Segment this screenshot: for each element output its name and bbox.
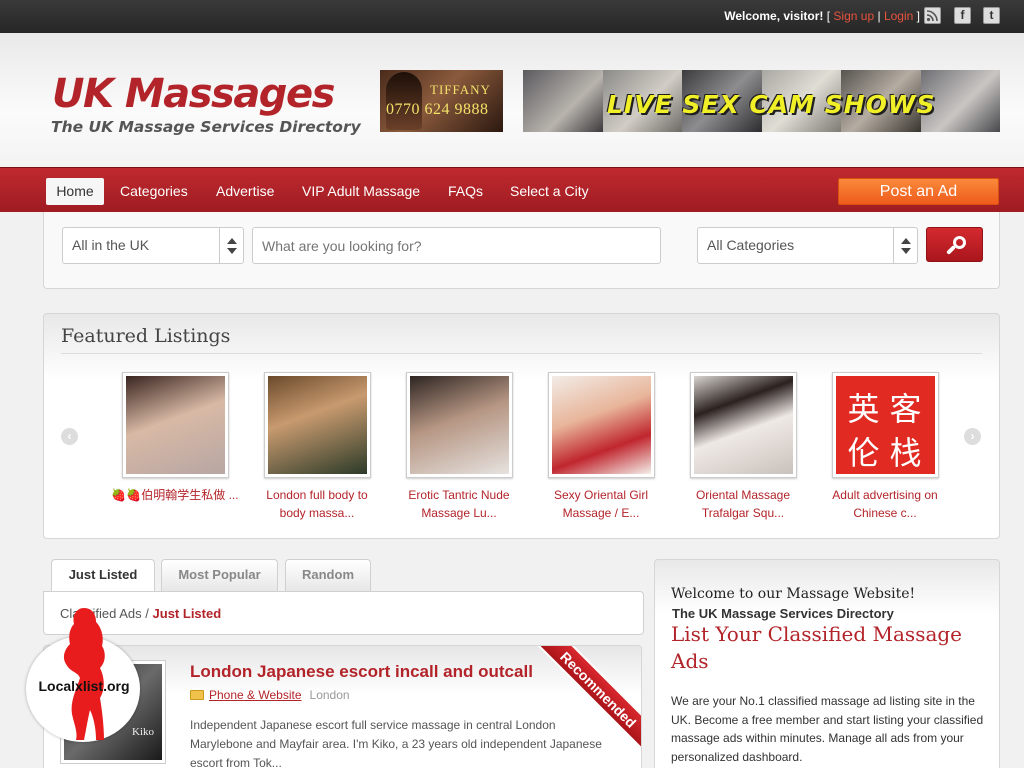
site-logo[interactable]: UK Massages (52, 71, 335, 117)
banner-phone: 0770 624 9888 (386, 101, 489, 118)
featured-caption[interactable]: London full body to body massa... (252, 486, 382, 522)
banner-tile (523, 70, 603, 132)
tab-random[interactable]: Random (285, 559, 371, 592)
sidebar-welcome: Welcome to our Massage Website! (671, 586, 916, 602)
bracket-open: [ (826, 9, 831, 23)
breadcrumb-sep: / (145, 606, 149, 621)
featured-caption[interactable]: Adult advertising on Chinese c... (820, 486, 950, 522)
featured-caption[interactable]: Sexy Oriental Girl Massage / E... (536, 486, 666, 522)
watermark: Localxlist.org (26, 606, 142, 742)
twitter-icon[interactable]: t (983, 7, 1000, 24)
carousel-next-icon[interactable]: › (964, 428, 981, 445)
category-select[interactable]: All Categories (697, 227, 918, 264)
banner-name: TIFFANY (430, 82, 491, 97)
featured-image (125, 376, 225, 474)
featured-item[interactable]: 🍓🍓伯明翰学生私做 ... (110, 372, 240, 504)
featured-thumb[interactable] (405, 372, 513, 478)
top-bar: Welcome, visitor! [ Sign up | Login ] f … (0, 0, 1024, 33)
featured-item[interactable]: London full body to body massa... (252, 372, 382, 522)
breadcrumb-current: Just Listed (152, 606, 222, 621)
ad-banner-cam[interactable]: LIVE SEX CAM SHOWS (523, 70, 1000, 132)
rss-glyph (926, 10, 938, 22)
signup-link[interactable]: Sign up (833, 9, 874, 23)
sidebar-subtitle: The UK Massage Services Directory (672, 606, 894, 621)
featured-image (409, 376, 509, 474)
listing-title[interactable]: London Japanese escort incall and outcal… (190, 662, 533, 682)
search-icon-handle (946, 245, 956, 255)
nav-categories[interactable]: Categories (120, 178, 188, 205)
folder-icon (190, 690, 204, 700)
listing-description: Independent Japanese escort full service… (190, 718, 602, 768)
login-link[interactable]: Login (884, 9, 913, 23)
nav-faqs[interactable]: FAQs (448, 178, 483, 205)
featured-image (551, 376, 651, 474)
rss-icon[interactable] (924, 7, 941, 24)
welcome-message: Welcome, visitor! [ Sign up | Login ] (724, 9, 920, 23)
logo-char: 客 (889, 390, 922, 428)
featured-item[interactable]: 英 客 伦 栈 Adult advertising on Chinese c..… (820, 372, 950, 522)
site-tagline: The UK Massage Services Directory (51, 118, 361, 136)
ad-banner-tiffany[interactable]: TIFFANY 0770 624 9888 (380, 70, 503, 132)
featured-thumb[interactable]: 英 客 伦 栈 (831, 372, 939, 478)
listing-location: London (309, 688, 350, 702)
category-select-value: All Categories (707, 237, 795, 253)
tab-most-popular[interactable]: Most Popular (161, 559, 278, 592)
chinese-logo-image: 英 客 伦 栈 (835, 376, 935, 474)
location-select[interactable]: All in the UK (62, 227, 244, 264)
featured-thumb[interactable] (121, 372, 229, 478)
silhouette-icon (63, 608, 105, 740)
featured-title: Featured Listings (61, 325, 231, 347)
featured-thumb[interactable] (689, 372, 797, 478)
search-input[interactable] (252, 227, 661, 264)
nav-vip-adult-massage[interactable]: VIP Adult Massage (302, 178, 420, 205)
featured-image (267, 376, 367, 474)
listing-category-link[interactable]: Phone & Website (209, 688, 302, 702)
welcome-sidebar: Welcome to our Massage Website! The UK M… (654, 559, 1000, 768)
location-select-value: All in the UK (72, 237, 150, 253)
site-header: UK Massages The UK Massage Services Dire… (0, 33, 1024, 167)
banner-text: LIVE SEX CAM SHOWS (607, 90, 936, 119)
logo-char: 英 (847, 390, 880, 428)
bracket-close: ] (916, 9, 920, 23)
sidebar-body: We are your No.1 classified massage ad l… (671, 694, 984, 764)
featured-listings: Featured Listings ‹ › 🍓🍓伯明翰学生私做 ... Lond… (43, 313, 1000, 539)
select-arrows-icon (893, 228, 917, 263)
tab-just-listed[interactable]: Just Listed (51, 559, 155, 593)
divider (61, 353, 982, 354)
welcome-text: Welcome, visitor! (724, 9, 824, 23)
carousel-prev-icon[interactable]: ‹ (61, 428, 78, 445)
featured-image (693, 376, 793, 474)
search-button[interactable] (926, 227, 983, 262)
post-ad-button[interactable]: Post an Ad (838, 178, 999, 205)
featured-item[interactable]: Sexy Oriental Girl Massage / E... (536, 372, 666, 522)
featured-thumb[interactable] (263, 372, 371, 478)
main-nav: Home Categories Advertise VIP Adult Mass… (0, 167, 1024, 212)
logo-char: 栈 (889, 434, 922, 472)
featured-item[interactable]: Oriental Massage Trafalgar Squ... (678, 372, 808, 522)
featured-caption[interactable]: Oriental Massage Trafalgar Squ... (678, 486, 808, 522)
featured-thumb[interactable] (547, 372, 655, 478)
sidebar-headline: List Your Classified Massage Ads (671, 622, 963, 673)
featured-caption[interactable]: 🍓🍓伯明翰学生私做 ... (110, 486, 240, 504)
nav-advertise[interactable]: Advertise (216, 178, 274, 205)
nav-select-city[interactable]: Select a City (510, 178, 589, 205)
separator: | (877, 9, 881, 23)
listing-meta: Phone & Website London (190, 688, 350, 702)
select-arrows-icon (219, 228, 243, 263)
watermark-text: Localxlist.org (38, 678, 130, 694)
search-bar: All in the UK All Categories (43, 212, 1000, 289)
facebook-icon[interactable]: f (954, 7, 971, 24)
logo-char: 伦 (847, 434, 880, 472)
featured-item[interactable]: Erotic Tantric Nude Massage Lu... (394, 372, 524, 522)
featured-caption[interactable]: Erotic Tantric Nude Massage Lu... (394, 486, 524, 522)
nav-home[interactable]: Home (46, 178, 104, 205)
